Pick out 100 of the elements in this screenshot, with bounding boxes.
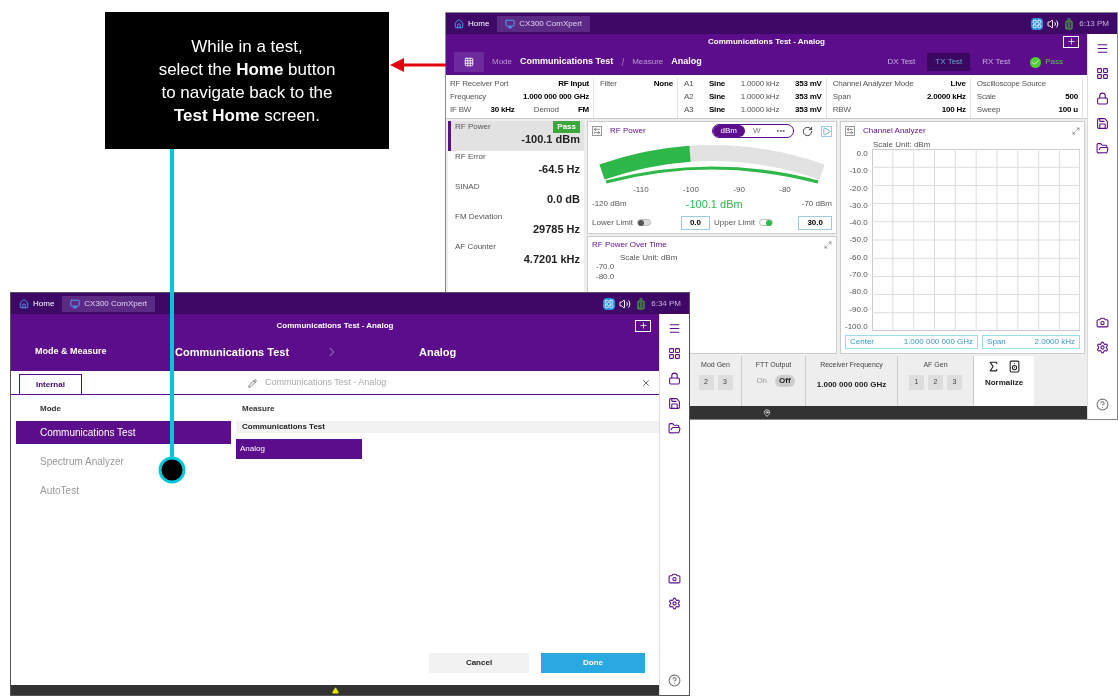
clock-text: 6:34 PM [651,297,681,310]
help-icon[interactable] [1096,398,1109,411]
frequency-value[interactable]: 1.000 000 000 GHz [816,378,887,391]
mode-label: Mode [492,56,512,68]
help-icon[interactable] [668,674,681,687]
axis-label: -60.0 [848,252,868,262]
search-field[interactable]: Communications Test - Analog [264,376,633,390]
axis-label: -20.0 [848,183,868,193]
camera-icon[interactable] [668,572,681,585]
speaker-icon [1047,17,1060,30]
result-value: 0.0 dB [547,193,580,206]
measure-item[interactable]: Analog [236,439,362,459]
info-text: None [653,78,673,90]
close-icon[interactable] [641,378,651,388]
folder-icon[interactable] [1096,142,1109,155]
refresh-icon[interactable] [802,125,813,137]
panel-title: RF Power Over Time [592,238,667,251]
axis-label: -70.0 [848,270,868,280]
info-text: 1.000 000 000 GHz [523,91,590,103]
test-tab[interactable]: RX Test [974,53,1019,71]
info-text: Demod [533,104,559,116]
mode-item[interactable]: Communications Test [16,421,231,444]
info-text: 30 kHz [490,104,515,116]
settings-icon[interactable] [1096,341,1109,354]
result-label: SINAD [455,181,480,193]
plus-icon [1066,37,1076,46]
menu-icon[interactable] [668,322,681,335]
menu-icon[interactable] [1096,42,1109,55]
grid-icon [464,57,474,67]
apps-button[interactable] [454,52,484,72]
result-row[interactable]: RF Power Pass -100.1 dBm [448,121,584,151]
limit-field[interactable]: 0.0 [680,215,710,230]
limit-label: Upper Limit [714,216,755,229]
gauge-max: -70 dBm [801,198,832,211]
info-text: 1.0000 kHz [740,78,780,90]
axis-label: -10.0 [848,166,868,176]
save-icon[interactable] [1096,117,1109,130]
axis-label: -50.0 [848,235,868,245]
app-tab[interactable]: CX300 ComXpert [497,15,591,32]
add-button[interactable] [635,319,651,332]
lock-icon[interactable] [1096,92,1109,105]
separator-text: / [621,55,625,70]
cancel-button[interactable]: Cancel [429,653,529,673]
info-text: Frequency [450,91,486,103]
layout-icon[interactable] [1096,67,1109,80]
callout-text: While in a test, select the Home button to navigate back to the Test Home screen. [158,35,336,127]
scale-label: -110 [633,184,649,196]
lock-icon[interactable] [668,372,681,385]
expand-icon[interactable] [1072,127,1080,135]
info-text: A3 [683,104,694,116]
network-icon [1031,17,1044,30]
test-tab[interactable]: DX Test [879,53,924,71]
result-row[interactable]: AF Counter 4.7201 kHz [448,241,584,271]
add-button[interactable] [1063,35,1079,48]
function-icon[interactable] [987,360,1000,373]
result-value: -64.5 Hz [538,163,580,176]
warning-icon [331,686,339,694]
source-tab[interactable]: Internal [19,374,82,394]
camera-icon[interactable] [1096,316,1109,329]
save-icon[interactable] [668,397,681,410]
folder-icon[interactable] [668,422,681,435]
column-heading: Mode [39,403,62,415]
pointer-arrow [390,58,446,72]
unit-option[interactable]: dBm [712,125,746,137]
result-row[interactable]: SINAD 0.0 dB [448,181,584,211]
axis-label: -40.0 [848,218,868,228]
swap-icon[interactable] [592,126,602,136]
result-value: 4.7201 kHz [523,253,580,266]
plus-icon [638,321,648,330]
normalize-button[interactable]: Normalize [984,377,1024,389]
speaker-icon[interactable] [1008,360,1021,373]
limit-label: Lower Limit [592,216,633,229]
result-row[interactable]: RF Error -64.5 Hz [448,151,584,181]
axis-label: -90.0 [848,304,868,314]
breadcrumb-measure: Analog [419,344,457,360]
network-icon [603,297,616,310]
settings-icon[interactable] [668,597,681,610]
test-tab[interactable]: TX Test [927,53,971,71]
output-option[interactable]: Off [775,374,795,387]
limit-field[interactable]: 30.0 [798,215,832,230]
info-text: Filter [600,78,617,90]
limit-toggle[interactable] [636,219,651,226]
home-button[interactable]: Home [454,17,490,30]
result-label: AF Counter [455,241,496,253]
expand-icon[interactable] [824,240,832,249]
clock-text: 6:13 PM [1079,17,1109,30]
home-button[interactable]: Home [19,297,55,310]
result-row[interactable]: FM Deviation 29785 Hz [448,211,584,241]
unit-option[interactable]: ••• [768,125,793,137]
breadcrumb-heading: Mode & Measure [35,345,108,359]
unit-option[interactable]: W [745,125,769,137]
axis-label: -70.0 [596,261,616,272]
measure-value: Analog [671,55,702,69]
status-text: Pass [1045,56,1064,68]
app-tab[interactable]: CX300 ComXpert [62,295,156,312]
scale-label: -80 [779,184,791,196]
battery-icon [1063,17,1076,30]
battery-icon [635,297,648,310]
swap-icon[interactable] [845,126,855,136]
layout-icon[interactable] [668,347,681,360]
